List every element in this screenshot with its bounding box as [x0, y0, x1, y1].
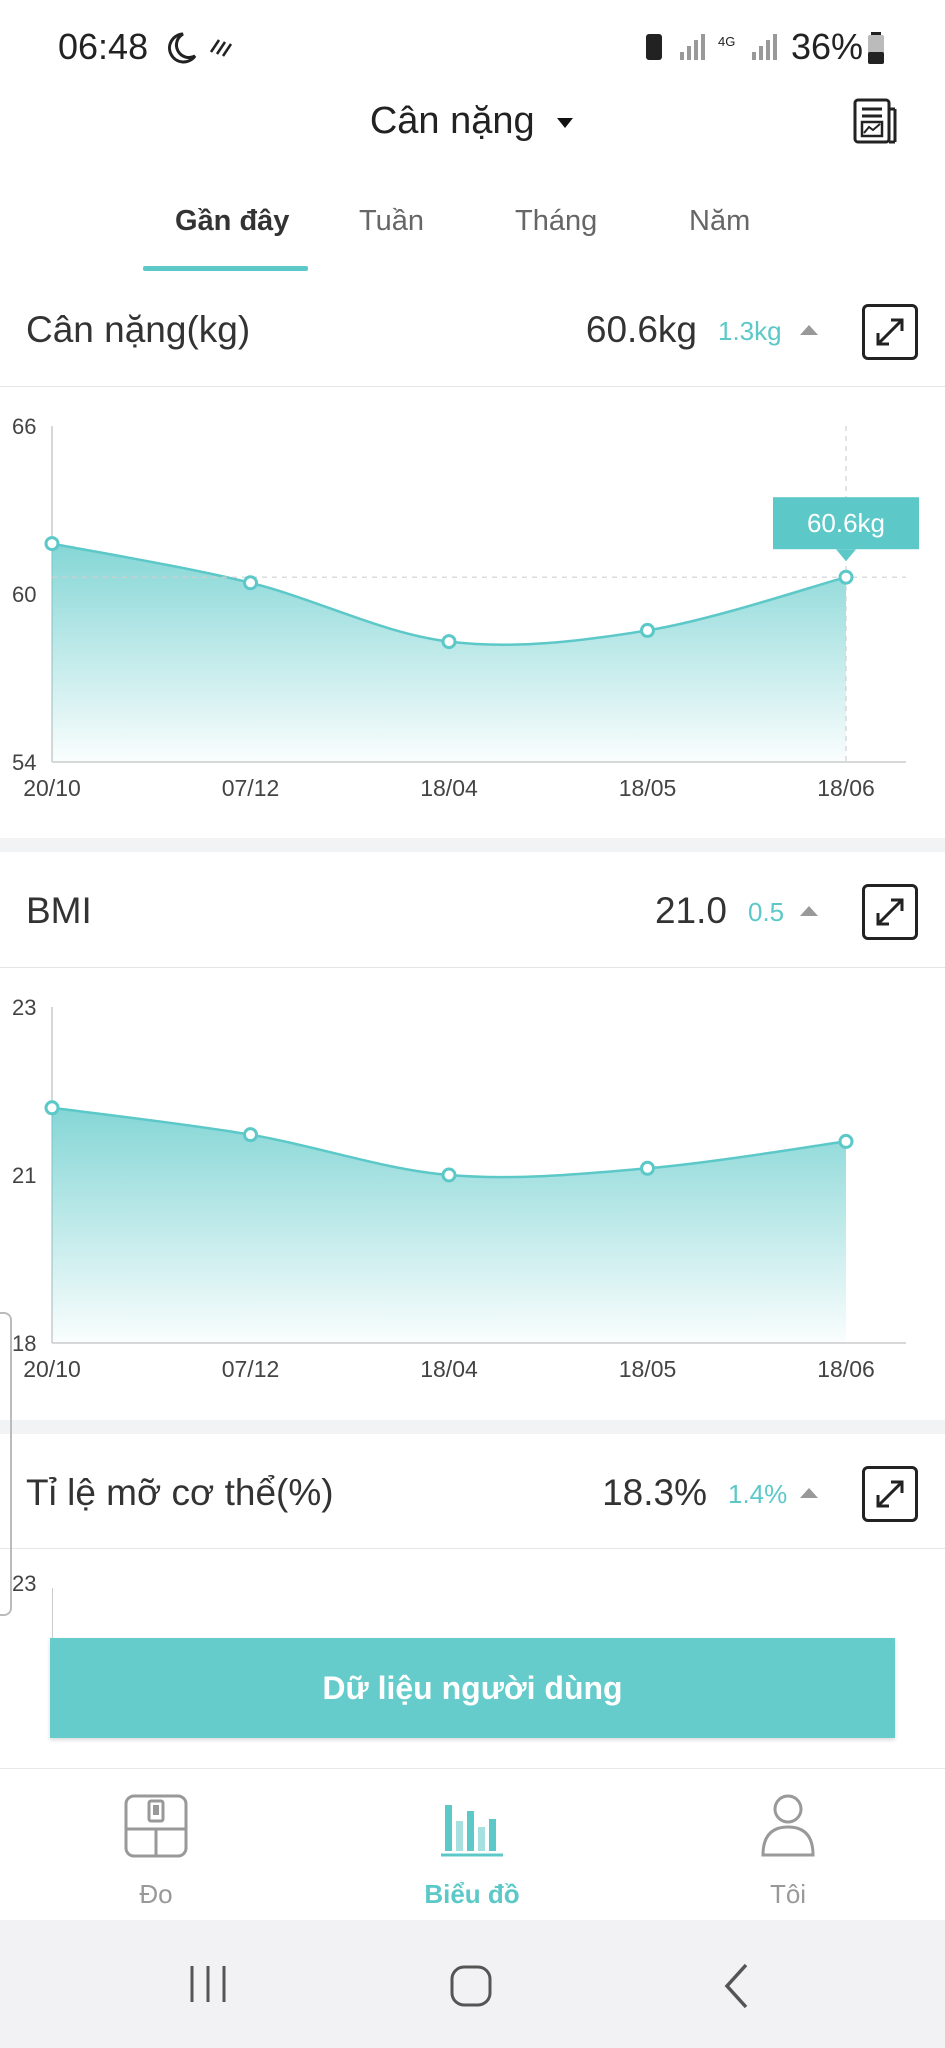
svg-text:4G: 4G: [718, 34, 735, 49]
body-fat-expand-button[interactable]: [862, 1466, 918, 1522]
nav-measure[interactable]: Đo: [56, 1769, 256, 1921]
trend-up-icon: [800, 325, 818, 335]
battery-saver-icon: [646, 34, 662, 60]
body-fat-change: 1.4%: [728, 1479, 788, 1509]
chart-svg: 23 21 1820/10 07/12 18/04 18/05 18/06: [12, 995, 906, 1382]
data-point: [44, 536, 60, 552]
report-icon[interactable]: [852, 97, 898, 147]
weight-chart: 66 60 54 20/10 07/12 18/04 18/05 18/06 60.6kg: [0, 386, 945, 838]
status-icons-left: [168, 32, 233, 64]
system-nav-bar: [0, 1920, 945, 2048]
x-tick-label: 07/12: [222, 775, 280, 801]
data-point: [838, 1133, 854, 1149]
x-tick-label: 20/10: [23, 775, 81, 801]
vibrate-icon: [209, 39, 233, 57]
nav-measure-label: Đo: [139, 1879, 173, 1909]
status-icons-right: 4G: [646, 34, 777, 60]
divider: [0, 1548, 945, 1549]
data-point: [838, 569, 854, 585]
signal-icon-2: [752, 34, 777, 60]
nav-charts-label: Biểu đồ: [424, 1879, 520, 1909]
weight-expand-button[interactable]: [862, 304, 918, 360]
trend-up-icon: [800, 906, 818, 916]
nav-me[interactable]: Tôi: [688, 1769, 888, 1921]
data-point: [640, 622, 655, 638]
series-area: [52, 543, 846, 762]
battery-percent: 36%: [790, 26, 863, 67]
y-tick-label: 18: [12, 1331, 36, 1356]
nav-charts[interactable]: Biểu đồ: [372, 1769, 572, 1921]
weight-label: Cân nặng(kg): [26, 309, 251, 350]
x-tick-label: 18/06: [817, 1356, 875, 1382]
data-point: [44, 1100, 60, 1116]
tooltip-label: 60.6kg: [807, 508, 885, 538]
x-tick-label: 07/12: [222, 1356, 280, 1382]
chart-svg: 66 60 5420/10 07/12 18/04 18/05 18/06 60.6kg: [12, 414, 919, 801]
bmi-expand-button[interactable]: [862, 884, 918, 940]
x-tick-label: 20/10: [23, 1356, 81, 1382]
back-icon[interactable]: [722, 1962, 752, 2010]
data-point: [640, 1160, 655, 1176]
expand-icon: [876, 1480, 904, 1508]
y-tick-label: 21: [12, 1163, 36, 1188]
bottom-nav: Đo Biểu đồ Tôi: [0, 1768, 945, 1921]
x-tick-label: 18/05: [619, 775, 677, 801]
x-tick-label: 18/04: [420, 1356, 478, 1382]
moon-icon: [168, 32, 197, 64]
weight-change: 1.3kg: [718, 316, 782, 346]
battery-icon: [868, 32, 884, 64]
bmi-change: 0.5: [748, 897, 785, 927]
nav-me-label: Tôi: [769, 1879, 807, 1909]
edge-panel-handle[interactable]: [0, 1312, 12, 1616]
section-separator: [0, 1420, 945, 1434]
y-tick-label: 60: [12, 582, 36, 607]
user-data-button[interactable]: Dữ liệu người dùng: [50, 1638, 895, 1738]
home-icon[interactable]: [449, 1964, 493, 2008]
tab-week[interactable]: Tuần: [359, 205, 424, 238]
bmi-label: BMI: [26, 890, 92, 931]
caret-down-icon[interactable]: [555, 116, 575, 130]
body-fat-y-tick: 23: [12, 1571, 37, 1596]
tab-recent[interactable]: Gần đây: [175, 205, 289, 238]
x-tick-label: 18/05: [619, 1356, 677, 1382]
header[interactable]: Cân nặng: [0, 100, 945, 143]
series-area: [52, 1107, 846, 1343]
expand-icon: [876, 898, 904, 926]
data-point: [243, 1127, 258, 1143]
data-point: [441, 634, 457, 650]
tooltip-pointer: [836, 549, 856, 562]
x-tick-label: 18/04: [420, 775, 478, 801]
expand-icon: [876, 318, 904, 346]
x-tick-label: 18/06: [817, 775, 875, 801]
signal-icon-1: [680, 34, 705, 60]
body-fat-label: Tỉ lệ mỡ cơ thể(%): [26, 1472, 334, 1513]
person-icon: [761, 1794, 815, 1857]
tab-active-indicator: [143, 266, 308, 271]
data-point: [441, 1167, 457, 1183]
status-bar: 06:48 4G 36%: [0, 0, 945, 95]
y-tick-label: 23: [12, 995, 36, 1020]
trend-up-icon: [800, 1488, 818, 1498]
y-tick-label: 54: [12, 750, 36, 775]
tab-year[interactable]: Năm: [689, 205, 750, 238]
body-fat-value: 18.3%: [602, 1472, 707, 1513]
tab-month[interactable]: Tháng: [515, 205, 597, 238]
bmi-chart: 23 21 18 20/10 07/12 18/04 18/05 18/06: [0, 967, 945, 1420]
scale-icon: [124, 1794, 188, 1858]
status-time: 06:48: [58, 26, 149, 67]
bmi-value: 21.0: [654, 890, 727, 931]
section-separator: [0, 838, 945, 852]
y-tick-label: 66: [12, 414, 36, 439]
recent-apps-icon[interactable]: [186, 1964, 230, 2004]
data-point: [243, 575, 258, 591]
period-tabs: Gần đây Tuần Tháng Năm: [0, 200, 945, 275]
weight-value: 60.6kg: [585, 309, 697, 350]
page-title[interactable]: Cân nặng: [370, 100, 535, 142]
bar-chart-icon: [441, 1805, 503, 1857]
